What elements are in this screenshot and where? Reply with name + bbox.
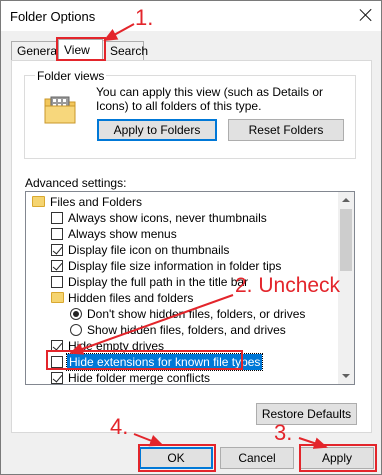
folder-icon [51, 292, 64, 303]
reset-folders-button[interactable]: Reset Folders [228, 119, 344, 141]
tab-search[interactable]: Search [104, 41, 148, 60]
folder-views-label: Folder views [35, 69, 107, 83]
setting-always-show-icons[interactable]: Always show icons, never thumbnails [26, 210, 340, 226]
folder-icon [32, 196, 45, 207]
title-bar: Folder Options [1, 1, 381, 31]
scroll-up-icon[interactable] [338, 192, 354, 208]
radio-button[interactable] [70, 308, 82, 320]
annotation-step-1: 1. [135, 5, 154, 30]
setting-display-file-size-info[interactable]: Display file size information in folder … [26, 258, 340, 274]
folder-views-icon [44, 96, 76, 124]
window-title: Folder Options [10, 9, 96, 24]
setting-show-hidden[interactable]: Show hidden files, folders, and drives [26, 322, 340, 338]
scroll-thumb[interactable] [340, 209, 352, 271]
radio-button[interactable] [70, 324, 82, 336]
checkbox[interactable] [51, 260, 63, 272]
restore-defaults-button[interactable]: Restore Defaults [256, 403, 357, 425]
setting-hide-empty-drives[interactable]: Hide empty drives [26, 338, 340, 354]
setting-always-show-menus[interactable]: Always show menus [26, 226, 340, 242]
folder-options-dialog: Folder Options General View Search Folde… [0, 0, 382, 475]
vertical-scrollbar[interactable] [338, 192, 354, 384]
close-icon[interactable] [357, 6, 375, 24]
checkbox[interactable] [51, 228, 63, 240]
setting-hide-extensions[interactable]: Hide extensions for known file types [26, 353, 340, 371]
setting-display-file-icon-thumbnails[interactable]: Display file icon on thumbnails [26, 242, 340, 258]
setting-dont-show-hidden[interactable]: Don't show hidden files, folders, or dri… [26, 306, 340, 322]
apply-to-folders-button[interactable]: Apply to Folders [97, 119, 217, 141]
advanced-settings-label: Advanced settings: [25, 176, 127, 190]
apply-button[interactable]: Apply [300, 447, 374, 469]
checkbox[interactable] [51, 372, 63, 384]
checkbox[interactable] [51, 276, 63, 288]
folder-views-description: You can apply this view (such as Details… [96, 85, 324, 113]
checkbox[interactable] [51, 340, 63, 352]
tree-folder-files-and-folders: Files and Folders [26, 194, 340, 210]
checkbox[interactable] [51, 244, 63, 256]
tab-view[interactable]: View [58, 39, 103, 61]
annotation-step-4: 4. [110, 414, 129, 439]
ok-button[interactable]: OK [139, 447, 213, 469]
setting-hide-folder-merge-conflicts[interactable]: Hide folder merge conflicts [26, 370, 340, 384]
cancel-button[interactable]: Cancel [220, 447, 294, 469]
annotation-step-2: 2. Uncheck [235, 274, 341, 297]
checkbox[interactable] [51, 212, 63, 224]
annotation-step-3: 3. [274, 420, 293, 445]
tab-general[interactable]: General [11, 41, 60, 60]
checkbox[interactable] [51, 356, 63, 368]
scroll-down-icon[interactable] [338, 368, 354, 384]
